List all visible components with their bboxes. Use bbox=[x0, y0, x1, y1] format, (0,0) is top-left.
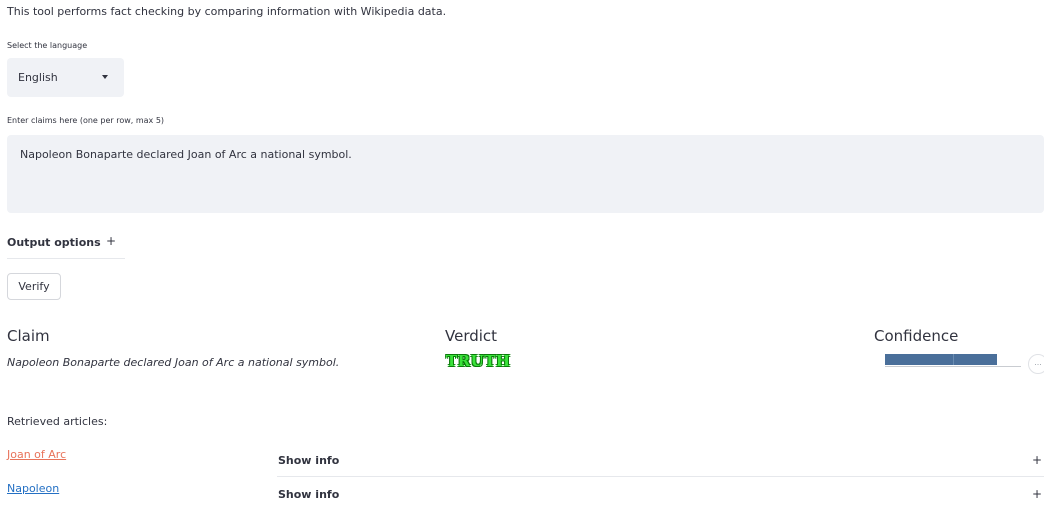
chevron-down-icon bbox=[102, 75, 108, 79]
output-options-expander[interactable]: Output options + bbox=[7, 232, 125, 259]
show-info-label: Show info bbox=[278, 488, 340, 501]
plus-icon: + bbox=[1031, 453, 1042, 467]
retrieved-articles-label: Retrieved articles: bbox=[7, 415, 108, 428]
claims-textarea[interactable]: Napoleon Bonaparte declared Joan of Arc … bbox=[7, 135, 1044, 213]
confidence-bar-tick bbox=[953, 354, 954, 365]
claims-label: Enter claims here (one per row, max 5) bbox=[7, 116, 165, 125]
more-options-icon[interactable]: ... bbox=[1028, 354, 1044, 374]
confidence-column-header: Confidence bbox=[874, 327, 959, 345]
show-info-label: Show info bbox=[278, 454, 340, 467]
show-info-expander-napoleon[interactable]: Show info + bbox=[277, 481, 1044, 511]
result-claim-text: Napoleon Bonaparte declared Joan of Arc … bbox=[7, 356, 340, 369]
plus-icon: + bbox=[1031, 487, 1042, 501]
confidence-bar bbox=[885, 354, 1021, 367]
intro-text: This tool performs fact checking by comp… bbox=[7, 5, 447, 18]
language-selected-value: English bbox=[18, 71, 58, 84]
output-options-label: Output options bbox=[7, 236, 101, 249]
article-link-joan-of-arc[interactable]: Joan of Arc bbox=[7, 448, 66, 461]
language-label: Select the language bbox=[7, 41, 88, 50]
article-link-napoleon[interactable]: Napoleon bbox=[7, 482, 59, 495]
verdict-badge: TRUTH bbox=[446, 352, 511, 370]
language-select[interactable]: English bbox=[7, 58, 124, 97]
verify-button[interactable]: Verify bbox=[7, 273, 61, 300]
claims-textarea-value: Napoleon Bonaparte declared Joan of Arc … bbox=[20, 148, 352, 161]
verdict-column-header: Verdict bbox=[445, 327, 498, 345]
plus-icon: + bbox=[106, 234, 117, 248]
show-info-expander-joan-of-arc[interactable]: Show info + bbox=[277, 447, 1044, 477]
claim-column-header: Claim bbox=[7, 327, 50, 345]
confidence-bar-fill bbox=[885, 354, 997, 365]
